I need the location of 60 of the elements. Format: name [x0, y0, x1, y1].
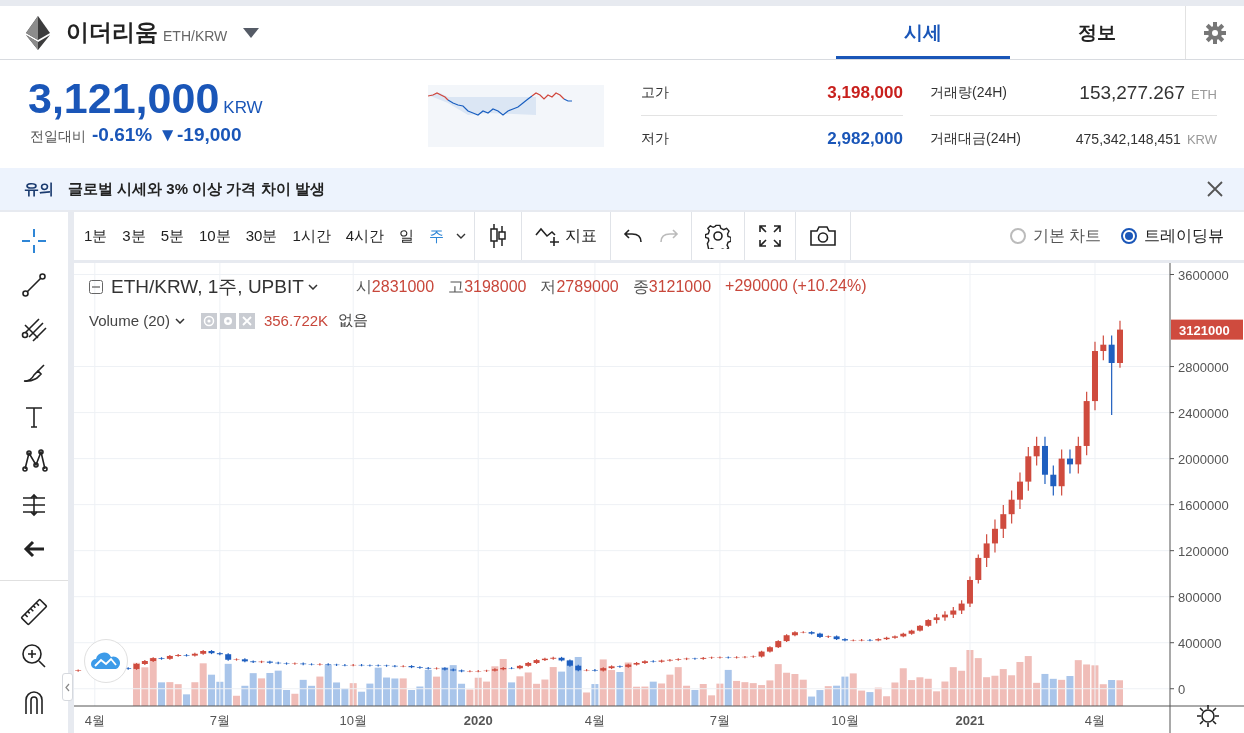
radio-label[interactable]: 트레이딩뷰 [1144, 225, 1224, 247]
ohlc-value: 종3121000 [632, 276, 712, 297]
change-label: 전일대비 [30, 128, 86, 146]
price-change: +290000 (+10.24%) [725, 276, 867, 296]
change-rate: -0.61% [92, 124, 153, 146]
stat-label: 고가 [641, 83, 669, 102]
coin-name: 이더리움 [66, 18, 158, 47]
notice-tag: 유의 [24, 179, 54, 199]
indicator-dropdown[interactable]: Volume (20) [89, 312, 185, 329]
ohlc-value: 저2789000 [540, 276, 619, 297]
ohlc-value: 고3198000 [448, 276, 527, 297]
interval-button[interactable]: 일 [399, 226, 415, 246]
axis-label: 2400000 [1178, 405, 1229, 421]
axis-label: 800000 [1178, 589, 1222, 605]
ohlc-value: 시2831000 [355, 276, 435, 297]
symbol-dropdown[interactable]: ETH/KRW, 1주, UPBIT [111, 274, 318, 300]
interval-button[interactable]: 1시간 [292, 226, 331, 246]
axis-label: 2021 [955, 713, 985, 728]
notice-message: 글로벌 시세와 3% 이상 가격 차이 발생 [68, 179, 325, 199]
stat-unit: KRW [1186, 132, 1217, 147]
axis-label: 3600000 [1178, 267, 1229, 283]
axis-label: 400000 [1178, 635, 1222, 651]
tab[interactable]: 정보 [1010, 6, 1184, 59]
axis-label: 0 [1178, 681, 1186, 697]
radio-label[interactable]: 기본 차트 [1032, 225, 1101, 247]
market-pair: ETH/KRW [163, 27, 228, 44]
axis-label: 4월 [584, 713, 606, 728]
axis-label: 2000000 [1178, 451, 1229, 467]
axis-label: 7월 [209, 713, 230, 728]
axis-label: 2800000 [1178, 359, 1229, 375]
interval-button[interactable]: 5분 [160, 226, 185, 246]
price-unit: KRW [223, 98, 263, 118]
stat-value: 475,342,148,451 [1075, 131, 1181, 147]
interval-button[interactable]: 10분 [199, 226, 231, 246]
stat-value: 3,198,000 [827, 82, 903, 103]
axis-label: 4월 [84, 713, 105, 728]
current-price: 3,121,000 [28, 74, 220, 122]
axis-label: 10월 [339, 713, 367, 728]
axis-label: 1200000 [1178, 543, 1229, 559]
volume-value: 356.722K [263, 312, 329, 329]
stat-label: 거래량(24H) [930, 83, 1007, 102]
axis-label: 10월 [831, 713, 859, 728]
interval-button[interactable]: 3분 [122, 226, 146, 246]
axis-label: 1600000 [1178, 497, 1229, 513]
indicator-button[interactable]: 지표 [522, 212, 611, 260]
stat-value: 153,277.267 [1079, 81, 1185, 104]
stat-label: 거래대금(24H) [930, 130, 1021, 148]
stat-unit: ETH [1191, 86, 1217, 102]
axis-label: 7월 [709, 713, 731, 728]
interval-button[interactable]: 1분 [84, 226, 108, 246]
interval-button[interactable]: 30분 [245, 226, 278, 246]
interval-button[interactable]: 주 [429, 226, 445, 246]
volume-note: 없음 [338, 311, 369, 330]
interval-button[interactable]: 4시간 [345, 226, 385, 246]
stat-value: 2,982,000 [827, 129, 903, 149]
current-price-tag: 3121000 [1171, 319, 1243, 340]
axis-label: 2020 [463, 713, 493, 728]
change-amount: ▼-19,000 [158, 124, 242, 146]
stat-label: 저가 [641, 130, 669, 148]
axis-label: 4월 [1084, 713, 1106, 728]
